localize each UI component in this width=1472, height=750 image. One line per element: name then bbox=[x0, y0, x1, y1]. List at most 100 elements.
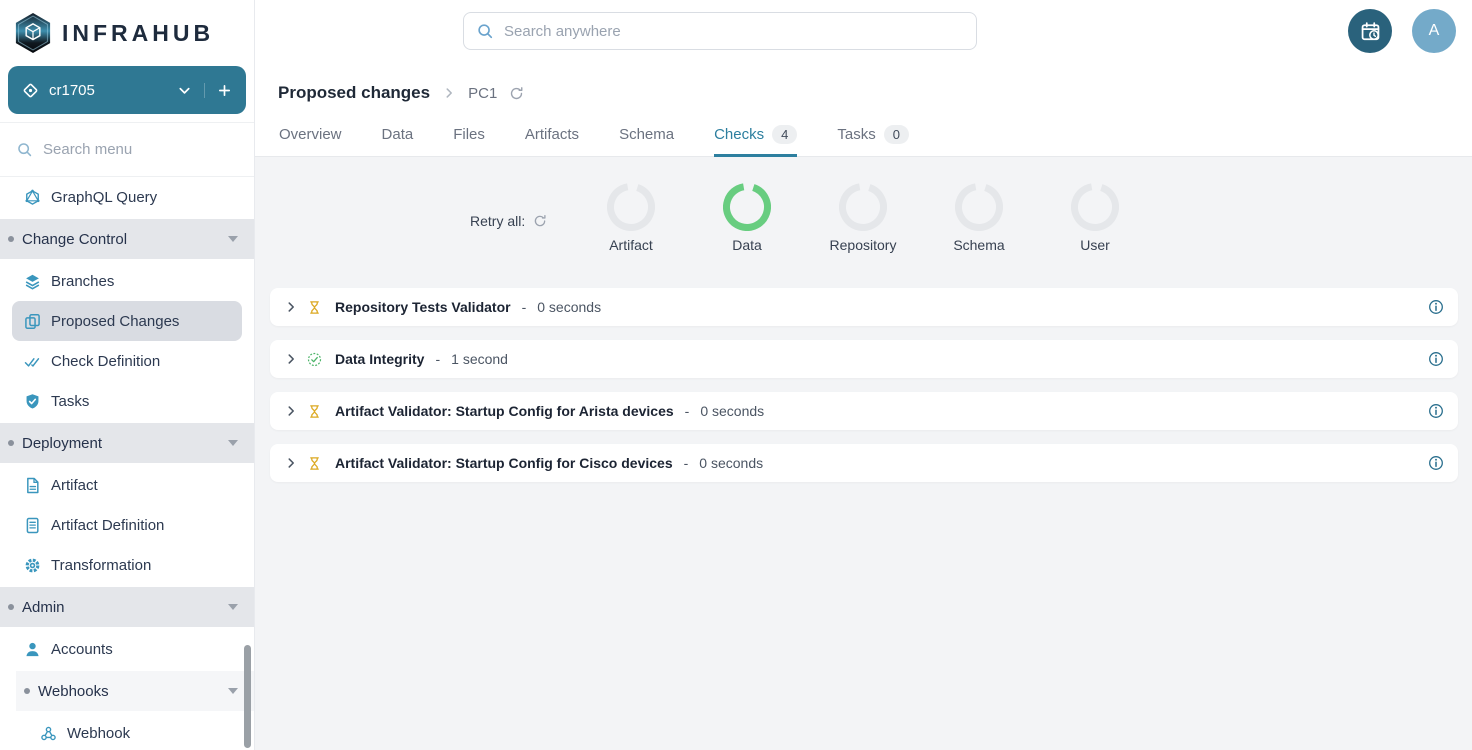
check-row-data-integrity[interactable]: Data Integrity - 1 second bbox=[270, 340, 1458, 378]
validator-name: Artifact Validator: Startup Config for A… bbox=[335, 403, 674, 419]
branch-name: cr1705 bbox=[49, 82, 177, 99]
sidebar-item-accounts[interactable]: Accounts bbox=[0, 629, 254, 669]
ring-repository[interactable]: Repository bbox=[805, 183, 921, 253]
sidebar-item-tasks[interactable]: Tasks bbox=[0, 381, 254, 421]
tab-schema[interactable]: Schema bbox=[619, 113, 674, 156]
check-row-repository-tests[interactable]: Repository Tests Validator - 0 seconds bbox=[270, 288, 1458, 326]
separator: - bbox=[685, 403, 690, 419]
global-search[interactable] bbox=[463, 12, 977, 50]
tab-label: Tasks bbox=[837, 126, 875, 143]
validator-duration: 1 second bbox=[451, 351, 508, 367]
tab-label: Checks bbox=[714, 126, 764, 143]
expand-button[interactable] bbox=[284, 456, 298, 470]
ring-label: Schema bbox=[921, 237, 1037, 253]
plus-icon bbox=[217, 83, 232, 98]
sidebar-item-branches[interactable]: Branches bbox=[0, 261, 254, 301]
infrahub-logo-icon bbox=[14, 12, 52, 54]
info-button[interactable] bbox=[1428, 299, 1444, 315]
info-button[interactable] bbox=[1428, 403, 1444, 419]
sidebar-item-artifact-definition[interactable]: Artifact Definition bbox=[0, 505, 254, 545]
tab-label: Schema bbox=[619, 126, 674, 143]
sidebar-item-proposed-changes[interactable]: Proposed Changes bbox=[12, 301, 242, 341]
schedule-button[interactable] bbox=[1348, 9, 1392, 53]
tab-tasks[interactable]: Tasks 0 bbox=[837, 113, 909, 156]
refresh-button[interactable] bbox=[509, 86, 524, 101]
menu-search-input[interactable] bbox=[43, 141, 213, 158]
sidebar-item-webhook[interactable]: Webhook bbox=[0, 713, 254, 750]
caret-down-icon bbox=[228, 236, 238, 242]
tab-artifacts[interactable]: Artifacts bbox=[525, 113, 579, 156]
tab-checks[interactable]: Checks 4 bbox=[714, 113, 797, 156]
check-row-artifact-cisco[interactable]: Artifact Validator: Startup Config for C… bbox=[270, 444, 1458, 482]
progress-ring bbox=[723, 183, 771, 231]
breadcrumb-title[interactable]: Proposed changes bbox=[278, 83, 430, 103]
expand-button[interactable] bbox=[284, 300, 298, 314]
sidebar-item-label: Accounts bbox=[51, 641, 113, 658]
global-search-input[interactable] bbox=[504, 23, 964, 40]
sidebar-group-deployment[interactable]: Deployment bbox=[0, 423, 254, 463]
sidebar-group-admin[interactable]: Admin bbox=[0, 587, 254, 627]
tab-data[interactable]: Data bbox=[382, 113, 414, 156]
sidebar-item-artifact[interactable]: Artifact bbox=[0, 465, 254, 505]
hourglass-icon bbox=[307, 404, 322, 419]
caret-down-icon bbox=[228, 688, 238, 694]
app-logo[interactable]: INFRAHUB bbox=[0, 0, 254, 64]
avatar-initial: A bbox=[1429, 22, 1440, 40]
info-button[interactable] bbox=[1428, 351, 1444, 367]
tab-label: Data bbox=[382, 126, 414, 143]
sidebar-item-label: Tasks bbox=[51, 393, 89, 410]
sidebar-group-label: Admin bbox=[22, 599, 228, 616]
retry-all: Retry all: bbox=[470, 213, 547, 229]
ring-artifact[interactable]: Artifact bbox=[573, 183, 689, 253]
refresh-icon bbox=[533, 214, 547, 228]
tab-badge: 4 bbox=[772, 125, 797, 144]
ring-label: User bbox=[1037, 237, 1153, 253]
create-branch-button[interactable] bbox=[204, 83, 232, 98]
tabs-bar: Overview Data Files Artifacts Schema Che… bbox=[255, 113, 1472, 157]
sidebar-group-change-control[interactable]: Change Control bbox=[0, 219, 254, 259]
info-icon bbox=[1428, 455, 1444, 471]
retry-all-button[interactable] bbox=[533, 214, 547, 228]
ring-data[interactable]: Data bbox=[689, 183, 805, 253]
sidebar: INFRAHUB cr1705 GraphQL Query bbox=[0, 0, 255, 750]
tab-files[interactable]: Files bbox=[453, 113, 485, 156]
expand-button[interactable] bbox=[284, 404, 298, 418]
sidebar-group-label: Change Control bbox=[22, 231, 228, 248]
separator: - bbox=[522, 299, 527, 315]
sidebar-group-label: Deployment bbox=[22, 435, 228, 452]
sidebar-item-transformation[interactable]: Transformation bbox=[0, 545, 254, 585]
hourglass-icon bbox=[307, 456, 322, 471]
validator-summary-rings: Artifact Data Repository Schema User bbox=[573, 183, 1153, 253]
ring-user[interactable]: User bbox=[1037, 183, 1153, 253]
search-icon bbox=[476, 22, 494, 40]
sidebar-group-webhooks[interactable]: Webhooks bbox=[16, 671, 254, 711]
branch-selector[interactable]: cr1705 bbox=[8, 66, 246, 114]
tab-label: Artifacts bbox=[525, 126, 579, 143]
ring-schema[interactable]: Schema bbox=[921, 183, 1037, 253]
sidebar-item-label: Proposed Changes bbox=[51, 313, 179, 330]
user-avatar[interactable]: A bbox=[1412, 9, 1456, 53]
validator-name: Data Integrity bbox=[335, 351, 424, 367]
branch-icon bbox=[22, 82, 39, 99]
info-button[interactable] bbox=[1428, 455, 1444, 471]
bullet-icon bbox=[24, 688, 30, 694]
chevron-right-icon bbox=[284, 456, 298, 470]
sidebar-item-check-definition[interactable]: Check Definition bbox=[0, 341, 254, 381]
checks-panel: Retry all: Artifact Data Repository Sche… bbox=[255, 157, 1472, 750]
ring-label: Repository bbox=[805, 237, 921, 253]
app-wordmark: INFRAHUB bbox=[62, 20, 214, 47]
info-icon bbox=[1428, 351, 1444, 367]
sidebar-item-graphql-query[interactable]: GraphQL Query bbox=[0, 177, 254, 217]
sidebar-menu: GraphQL Query Change Control Branches Pr… bbox=[0, 177, 254, 750]
shield-check-icon bbox=[24, 393, 41, 410]
retry-all-label: Retry all: bbox=[470, 213, 525, 229]
sidebar-item-label: Webhook bbox=[67, 725, 130, 742]
expand-button[interactable] bbox=[284, 352, 298, 366]
caret-down-icon bbox=[228, 440, 238, 446]
progress-ring bbox=[955, 183, 1003, 231]
check-row-artifact-arista[interactable]: Artifact Validator: Startup Config for A… bbox=[270, 392, 1458, 430]
branch-dropdown-toggle[interactable] bbox=[177, 83, 204, 98]
tab-overview[interactable]: Overview bbox=[279, 113, 342, 156]
menu-search[interactable] bbox=[0, 123, 254, 176]
sidebar-scrollbar-thumb[interactable] bbox=[244, 645, 251, 748]
